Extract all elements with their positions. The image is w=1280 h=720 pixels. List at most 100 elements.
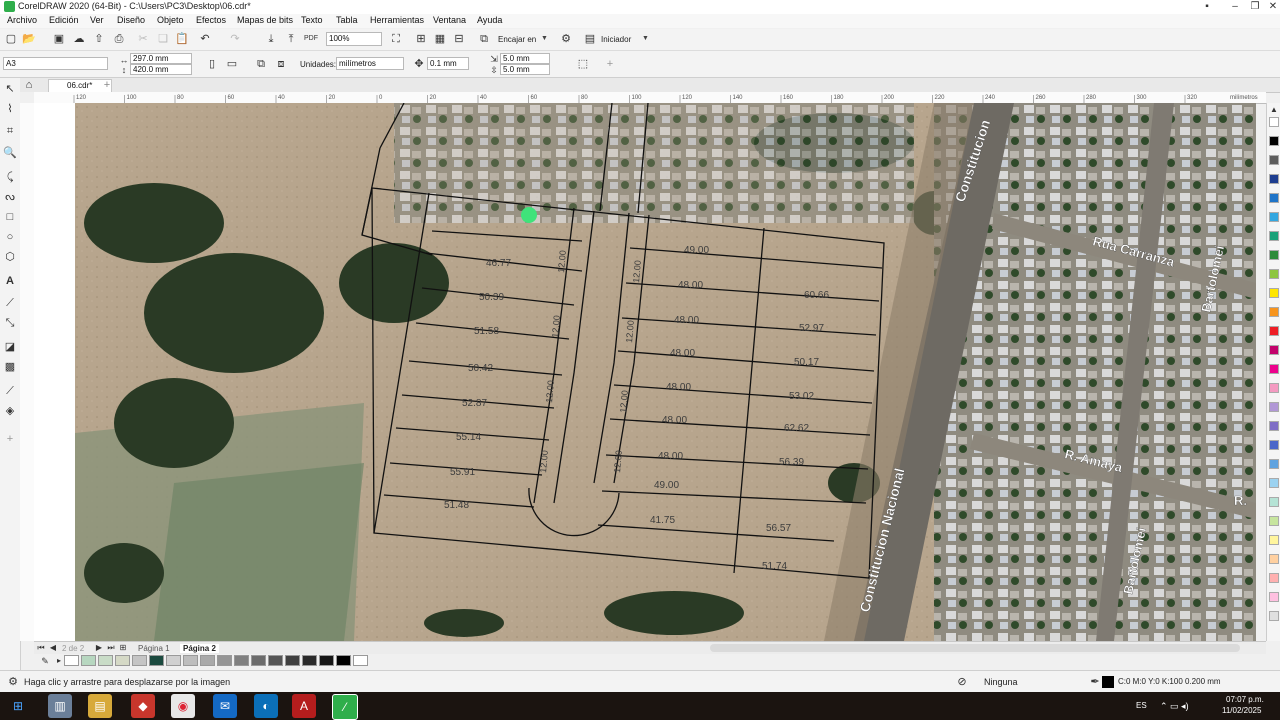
menu-herramientas[interactable]: Herramientas [370, 15, 424, 25]
cloud-save-icon[interactable]: ☁ [72, 32, 86, 46]
palette-swatch[interactable] [1269, 269, 1279, 279]
snap-dropdown-icon[interactable]: ▼ [541, 35, 548, 42]
page-tab-1[interactable]: Página 1 [138, 644, 170, 653]
palette-swatch[interactable] [1269, 345, 1279, 355]
redo-icon[interactable]: ↷ [228, 32, 242, 46]
menu-edicion[interactable]: Edición [49, 15, 79, 25]
palette-swatch[interactable] [1269, 516, 1279, 526]
add-page-icon[interactable]: ⊞ [116, 641, 130, 655]
document-palette-swatch[interactable] [285, 655, 300, 666]
zoom-level-field[interactable]: 100% [326, 32, 382, 46]
acrobat-icon[interactable]: A [292, 694, 316, 718]
status-gear-icon[interactable]: ⚙ [6, 675, 20, 689]
palette-swatch[interactable] [1269, 611, 1279, 621]
launcher-icon[interactable]: ▤ [583, 32, 597, 46]
document-palette-swatch[interactable] [319, 655, 334, 666]
document-palette-swatch[interactable] [302, 655, 317, 666]
palette-swatch[interactable] [1269, 459, 1279, 469]
snap-to-label[interactable]: Encajar en [498, 35, 536, 44]
document-palette-swatch[interactable] [166, 655, 181, 666]
palette-swatch[interactable] [1269, 193, 1279, 203]
palette-swatch[interactable] [1269, 364, 1279, 374]
palette-swatch[interactable] [1269, 535, 1279, 545]
horizontal-scrollbar[interactable] [710, 644, 1240, 652]
document-palette-swatch[interactable] [336, 655, 351, 666]
palette-swatch[interactable] [1269, 326, 1279, 336]
coreldraw-app-icon[interactable] [4, 1, 15, 12]
parallel-dimension-icon[interactable]: ⟋ [3, 296, 17, 310]
outline-pen-icon[interactable]: ✒ [1088, 675, 1102, 689]
document-palette-swatch[interactable] [234, 655, 249, 666]
palette-swatch[interactable] [1269, 478, 1279, 488]
document-palette-swatch[interactable] [149, 655, 164, 666]
current-page-icon[interactable]: ⧈ [274, 57, 288, 71]
menu-efectos[interactable]: Efectos [196, 15, 226, 25]
export-pdf-icon[interactable]: PDF [304, 32, 318, 46]
menu-ayuda[interactable]: Ayuda [477, 15, 502, 25]
print-icon[interactable]: ⎙ [112, 32, 126, 46]
launcher-dropdown-icon[interactable]: ▼ [642, 35, 649, 42]
palette-swatch[interactable] [1269, 250, 1279, 260]
menu-mapas-de-bits[interactable]: Mapas de bits [237, 15, 293, 25]
page-width-field[interactable]: 297.0 mm [130, 53, 192, 64]
treat-as-filled-icon[interactable]: ⬚ [576, 57, 590, 71]
menu-ver[interactable]: Ver [90, 15, 104, 25]
menu-tabla[interactable]: Tabla [336, 15, 358, 25]
artistic-media-icon[interactable]: ᔓ [3, 190, 17, 204]
menu-archivo[interactable]: Archivo [7, 15, 37, 25]
duplicate-x-field[interactable]: 5.0 mm [500, 53, 550, 64]
nudge-distance-field[interactable]: 0.1 mm [427, 57, 469, 70]
units-select[interactable]: milímetros [336, 57, 404, 70]
document-palette-swatch[interactable] [115, 655, 130, 666]
palette-swatch[interactable] [1269, 554, 1279, 564]
help-icon[interactable]: ▪ [1196, 0, 1218, 14]
outlook-icon[interactable]: ✉ [213, 694, 237, 718]
palette-swatch[interactable] [1269, 288, 1279, 298]
full-screen-icon[interactable]: ⛶ [389, 32, 403, 46]
document-palette-swatch[interactable] [200, 655, 215, 666]
palette-swatch[interactable] [1269, 155, 1279, 165]
minimize-button[interactable]: – [1224, 0, 1246, 14]
text-tool-icon[interactable]: A [3, 274, 17, 288]
palette-swatch[interactable] [1269, 231, 1279, 241]
rulers-icon[interactable]: ⊞ [414, 32, 428, 46]
all-pages-icon[interactable]: ⧉ [254, 57, 268, 71]
landscape-icon[interactable]: ▭ [225, 57, 239, 71]
page-height-field[interactable]: 420.0 mm [130, 64, 192, 75]
open-folder-icon[interactable]: 📂 [22, 32, 36, 46]
freehand-tool-icon[interactable]: ⤹ [3, 170, 17, 184]
coreldraw-taskbar-icon[interactable]: ⁄ [332, 694, 358, 720]
palette-swatch[interactable] [1269, 307, 1279, 317]
palette-swatch[interactable] [1269, 212, 1279, 222]
duplicate-y-field[interactable]: 5.0 mm [500, 64, 550, 75]
eyedropper-tool-icon[interactable]: ⟋ [3, 384, 17, 398]
outline-color-swatch[interactable] [1102, 676, 1114, 688]
page-size-select[interactable]: A3 [3, 57, 108, 70]
clock-time[interactable]: 07:07 p.m. [1226, 695, 1264, 704]
menu-texto[interactable]: Texto [301, 15, 323, 25]
add-icon[interactable]: + [603, 57, 617, 71]
vertical-ruler[interactable] [20, 103, 35, 641]
new-tab-icon[interactable]: + [100, 78, 114, 92]
home-icon[interactable]: ⌂ [22, 78, 36, 92]
tray-icons[interactable]: ⌃ ▭ ◂) [1160, 701, 1189, 712]
ruler-origin[interactable] [20, 92, 34, 103]
drawing-canvas[interactable]: 46.77 50.39 51.58 50.42 52.87 55.14 55.9… [34, 103, 1256, 641]
document-palette-swatch[interactable] [132, 655, 147, 666]
file-explorer-icon[interactable]: ▤ [88, 694, 112, 718]
add-tool-icon[interactable]: + [3, 432, 17, 446]
prev-page-icon[interactable]: ◀ [46, 641, 60, 655]
palette-swatch[interactable] [1269, 136, 1279, 146]
drop-shadow-icon[interactable]: ◪ [3, 340, 17, 354]
palette-scroll-up-icon[interactable]: ▲ [1267, 103, 1280, 117]
pick-tool-icon[interactable]: ↖ [3, 82, 17, 96]
export-icon[interactable]: ⤒ [284, 32, 298, 46]
windows-start-icon[interactable]: ⊞ [6, 694, 30, 718]
interactive-fill-icon[interactable]: ◈ [3, 404, 17, 418]
undo-icon[interactable]: ↶ [198, 32, 212, 46]
rectangle-tool-icon[interactable]: □ [3, 210, 17, 224]
zoom-tool-icon[interactable]: 🔍 [3, 146, 17, 160]
cut-icon[interactable]: ✂ [136, 32, 150, 46]
portrait-icon[interactable]: ▯ [205, 57, 219, 71]
palette-swatch[interactable] [1269, 573, 1279, 583]
